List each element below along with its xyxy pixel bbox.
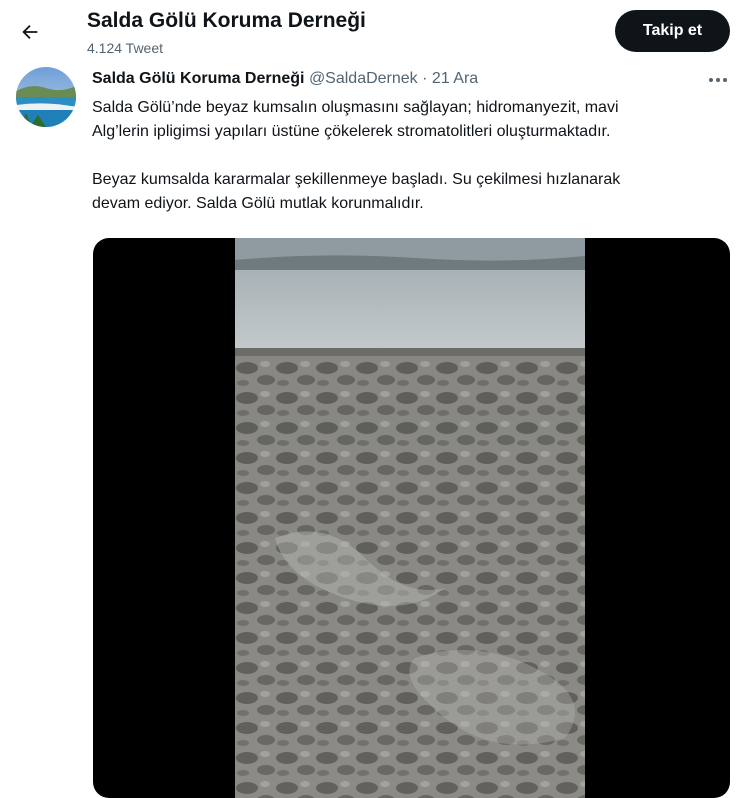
author-name[interactable]: Salda Gölü Koruma Derneği	[92, 70, 304, 87]
profile-title: Salda Gölü Koruma Derneği	[87, 9, 366, 32]
more-horizontal-icon	[709, 78, 727, 82]
video-frame	[235, 238, 585, 798]
back-button[interactable]	[14, 16, 46, 48]
tweet-text: Salda Gölü’nde beyaz kumsalın oluşmasını…	[92, 96, 732, 216]
tweet-paragraph: Salda Gölü’nde beyaz kumsalın oluşmasını…	[92, 99, 619, 140]
avatar-image	[16, 67, 76, 127]
more-options-button[interactable]	[704, 70, 732, 90]
tweet-video[interactable]	[93, 238, 730, 798]
tweet-count: 4.124 Tweet	[87, 40, 164, 56]
tweet-date[interactable]: 21 Ara	[432, 70, 478, 87]
tweet-header: Salda Gölü Koruma Derneği @SaldaDernek ·…	[92, 70, 478, 88]
avatar[interactable]	[16, 67, 76, 127]
follow-button[interactable]: Takip et	[615, 10, 730, 52]
arrow-left-icon	[22, 24, 38, 40]
author-handle[interactable]: @SaldaDernek	[309, 70, 418, 87]
tweet-paragraph: Beyaz kumsalda kararmalar şekillenmeye b…	[92, 171, 621, 212]
header-separator: ·	[422, 70, 428, 87]
